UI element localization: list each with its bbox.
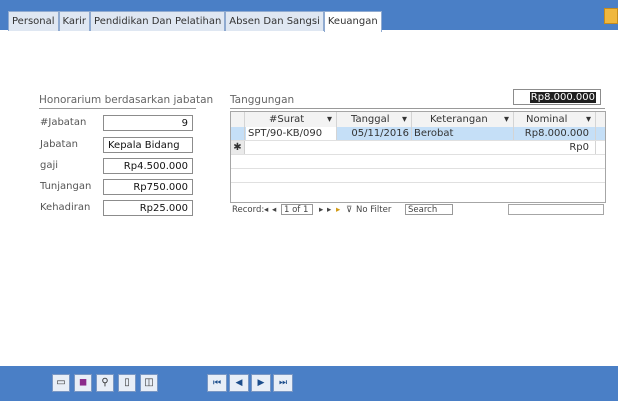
- col-keterangan-label: Keterangan: [430, 114, 488, 125]
- save-icon[interactable]: ◼: [74, 374, 92, 392]
- row-selector[interactable]: [231, 127, 245, 140]
- tab-personal[interactable]: Personal: [8, 11, 59, 31]
- gaji-label: gaji: [40, 160, 59, 171]
- bottom-toolbar: [0, 366, 618, 401]
- search-input[interactable]: Search: [405, 204, 453, 215]
- filter-status[interactable]: No Filter: [356, 205, 391, 215]
- new-record-icon[interactable]: ▸: [336, 205, 340, 215]
- tab-pendidikan[interactable]: Pendidikan Dan Pelatihan: [90, 11, 226, 31]
- jabatan-label: Jabatan: [40, 139, 78, 150]
- last-record-icon[interactable]: ▸: [327, 205, 331, 215]
- tab-keuangan[interactable]: Keuangan: [323, 11, 382, 32]
- col-keterangan-header[interactable]: Keterangan ▾: [412, 112, 514, 127]
- sort-arrow-icon: ▾: [503, 114, 509, 125]
- exit-icon[interactable]: [604, 8, 618, 24]
- jabatan-id-label: #Jabatan: [40, 117, 87, 128]
- col-nominal-header[interactable]: Nominal ▾: [514, 112, 596, 127]
- kehadiran-field[interactable]: Rp25.000: [103, 200, 193, 216]
- datasheet-header-row: #Surat ▾ Tanggal ▾ Keterangan ▾ Nominal ▾: [231, 112, 605, 128]
- first-record-icon[interactable]: ◂: [264, 205, 268, 215]
- record-label: Record:: [232, 205, 265, 215]
- horizontal-scrollbar[interactable]: [508, 204, 604, 215]
- tanggungan-datasheet: #Surat ▾ Tanggal ▾ Keterangan ▾ Nominal ▾ SP…: [230, 111, 606, 203]
- tab-strip: Personal Karir Pendidikan Dan Pelatihan …: [8, 11, 382, 32]
- tanggungan-divider: [230, 108, 605, 109]
- record-navigation-bar: Record: ◂ ◂ 1 of 1 ▸ ▸ ▸ ⊽ No Filter Sea…: [230, 204, 606, 216]
- sort-arrow-icon: ▾: [585, 114, 591, 125]
- tab-absen[interactable]: Absen Dan Sangsi: [225, 11, 324, 31]
- tanggungan-total-value: Rp8.000.000: [529, 92, 596, 103]
- tunjangan-label: Tunjangan: [40, 181, 92, 192]
- tab-karir[interactable]: Karir: [58, 11, 91, 31]
- tunjangan-field[interactable]: Rp750.000: [103, 179, 193, 195]
- tanggungan-header: Tanggungan: [230, 94, 295, 106]
- col-surat-label: #Surat: [269, 114, 305, 125]
- col-tanggal-label: Tanggal: [351, 114, 390, 125]
- find-icon[interactable]: ⚲: [96, 374, 114, 392]
- print-icon[interactable]: ▭: [52, 374, 70, 392]
- honor-header: Honorarium berdasarkan jabatan: [39, 94, 214, 106]
- gaji-field[interactable]: Rp4.500.000: [103, 158, 193, 174]
- empty-row: [231, 183, 605, 196]
- next-record-icon[interactable]: ▸: [319, 205, 323, 215]
- filter-icon: ⊽: [346, 205, 353, 215]
- prev-record-icon[interactable]: ◂: [272, 205, 276, 215]
- jabatan-field[interactable]: Kepala Bidang: [103, 137, 193, 153]
- cell-surat[interactable]: SPT/90-KB/090: [246, 127, 337, 140]
- delete-icon[interactable]: ▯: [118, 374, 136, 392]
- tanggungan-total-field[interactable]: Rp8.000.000: [513, 89, 601, 105]
- honor-divider: [39, 108, 196, 109]
- first-record-button[interactable]: ⏮: [207, 374, 227, 392]
- select-all-cell[interactable]: [231, 112, 245, 127]
- table-row[interactable]: SPT/90-KB/090 05/11/2016 Berobat Rp8.000…: [231, 127, 605, 141]
- new-record-row[interactable]: ✱ Rp0: [231, 141, 605, 155]
- col-tanggal-header[interactable]: Tanggal ▾: [337, 112, 412, 127]
- sort-arrow-icon: ▾: [326, 114, 332, 125]
- last-record-button[interactable]: ⏭: [273, 374, 293, 392]
- next-record-button[interactable]: ▶: [251, 374, 271, 392]
- jabatan-id-field[interactable]: 9: [103, 115, 193, 131]
- sort-arrow-icon: ▾: [401, 114, 407, 125]
- record-position-input[interactable]: 1 of 1: [281, 204, 313, 215]
- col-nominal-label: Nominal: [526, 114, 568, 125]
- previous-record-button[interactable]: ◀: [229, 374, 249, 392]
- new-record-nominal[interactable]: Rp0: [514, 141, 596, 154]
- col-surat-header[interactable]: #Surat ▾: [245, 112, 337, 127]
- cell-tanggal[interactable]: 05/11/2016: [337, 127, 412, 140]
- kehadiran-label: Kehadiran: [40, 202, 91, 213]
- empty-row: [231, 169, 605, 183]
- new-record-marker: ✱: [231, 141, 245, 154]
- preview-icon[interactable]: ◫: [140, 374, 158, 392]
- empty-row: [231, 155, 605, 169]
- cell-keterangan[interactable]: Berobat: [412, 127, 514, 140]
- cell-nominal[interactable]: Rp8.000.000: [514, 127, 596, 140]
